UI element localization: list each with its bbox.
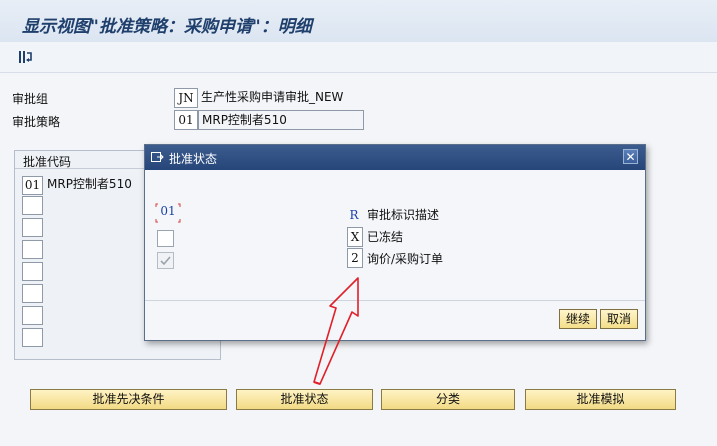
annotation-arrow-icon [313, 277, 359, 385]
two-code[interactable]: 2 [347, 248, 363, 268]
dialog-header: 批准状态 ✕ [145, 145, 645, 170]
cancel-button[interactable]: 取消 [600, 309, 638, 329]
r-code: R [349, 208, 359, 222]
close-icon[interactable]: ✕ [623, 149, 638, 164]
release-code-cell[interactable] [22, 328, 43, 347]
x-code[interactable]: X [347, 227, 363, 247]
release-code-cell[interactable] [22, 240, 43, 259]
release-group-label: 审批组 [12, 92, 49, 106]
release-prerequisites-button[interactable]: 批准先决条件 [30, 389, 227, 410]
release-strategy-desc: MRP控制者510 [198, 110, 364, 130]
dialog-footer-divider [145, 300, 645, 301]
title-bar: 显示视图"批准策略：采购申请"：明细 [0, 0, 717, 43]
dialog-window-icon [151, 151, 164, 163]
dialog-title: 批准状态 [169, 152, 218, 166]
window-title: 显示视图"批准策略：采购申请"：明细 [22, 17, 312, 37]
code-field[interactable]: 01 [155, 203, 181, 223]
release-group-desc: 生产性采购申请审批_NEW [201, 90, 344, 104]
exit-icon[interactable] [17, 48, 35, 66]
classification-button[interactable]: 分类 [381, 389, 515, 410]
release-code-cell[interactable] [22, 284, 43, 303]
release-code-cell[interactable] [22, 196, 43, 215]
release-code-cell[interactable]: 01 [22, 176, 43, 195]
release-strategy-label: 审批策略 [12, 115, 61, 129]
checkbox[interactable] [157, 230, 174, 247]
continue-button[interactable]: 继续 [559, 309, 597, 329]
checkbox-checked[interactable] [157, 252, 174, 269]
release-code-cell[interactable] [22, 306, 43, 325]
release-simulation-button[interactable]: 批准模拟 [525, 389, 676, 410]
toolbar [0, 42, 717, 73]
release-code-cell[interactable] [22, 218, 43, 237]
release-group-code[interactable]: JN [174, 88, 198, 108]
r-desc: 审批标识描述 [367, 208, 440, 222]
release-strategy-code[interactable]: 01 [174, 110, 198, 130]
release-code-cell[interactable] [22, 262, 43, 281]
two-desc: 询价/采购订单 [367, 252, 444, 266]
code-value: 01 [160, 204, 176, 218]
release-status-button[interactable]: 批准状态 [236, 389, 373, 410]
release-status-dialog: 批准状态 ✕ 01 R 审批标识描述 X 已冻结 2 询价/采购订单 继续 取消 [144, 144, 646, 341]
x-desc: 已冻结 [367, 230, 404, 244]
release-code-desc: MRP控制者510 [47, 177, 132, 191]
